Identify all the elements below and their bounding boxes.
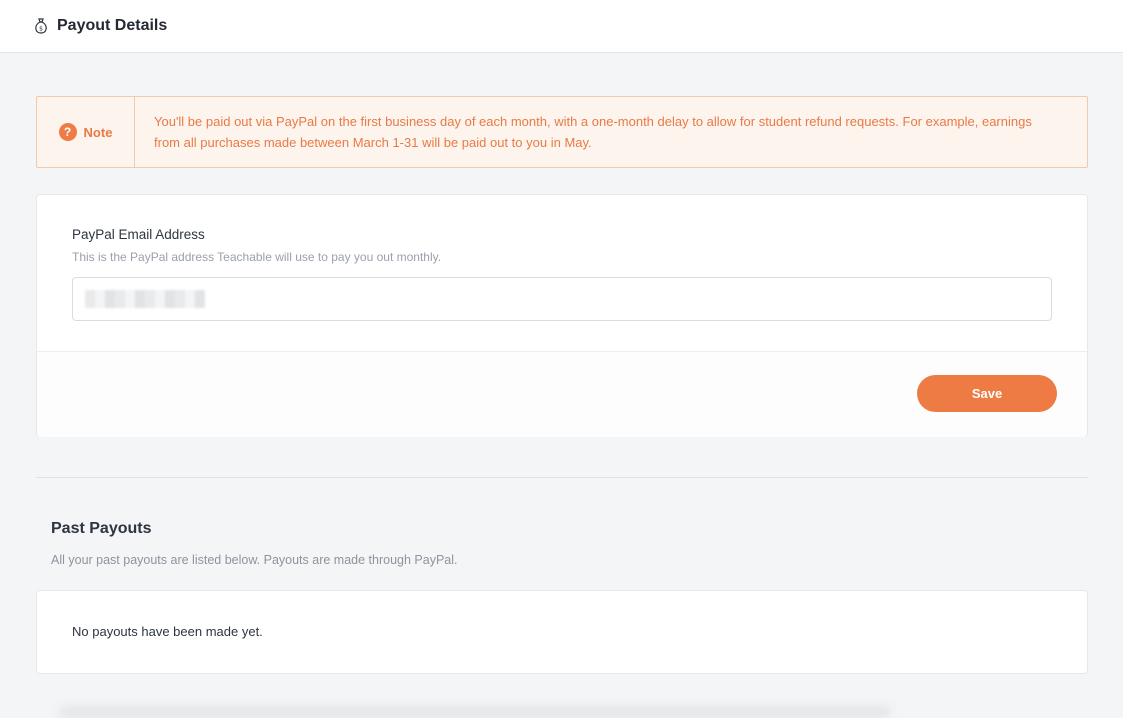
note-text: You'll be paid out via PayPal on the fir…	[154, 114, 1032, 150]
paypal-email-label: PayPal Email Address	[72, 227, 205, 242]
redacted-email	[85, 290, 205, 308]
past-payouts-subtitle: All your past payouts are listed below. …	[51, 553, 458, 567]
page-header: $ Payout Details	[0, 0, 1123, 53]
payout-note: ? Note You'll be paid out via PayPal on …	[36, 96, 1088, 168]
note-label: Note	[83, 124, 113, 140]
empty-payouts-message: No payouts have been made yet.	[72, 624, 263, 639]
paypal-email-input[interactable]	[72, 277, 1052, 321]
note-label-cell: ? Note	[37, 97, 135, 167]
page-title: Payout Details	[57, 17, 168, 34]
card-footer: Save	[37, 352, 1087, 437]
section-divider	[36, 477, 1088, 478]
past-payouts-title: Past Payouts	[51, 520, 152, 537]
past-payouts-list: No payouts have been made yet.	[36, 590, 1088, 674]
paypal-email-card: PayPal Email Address This is the PayPal …	[36, 194, 1088, 437]
svg-text:$: $	[39, 26, 43, 33]
save-button[interactable]: Save	[917, 375, 1057, 412]
question-circle-icon: ?	[58, 123, 77, 141]
bottom-shadow	[60, 706, 890, 718]
money-bag-icon: $	[34, 17, 48, 35]
paypal-email-help: This is the PayPal address Teachable wil…	[72, 250, 442, 264]
